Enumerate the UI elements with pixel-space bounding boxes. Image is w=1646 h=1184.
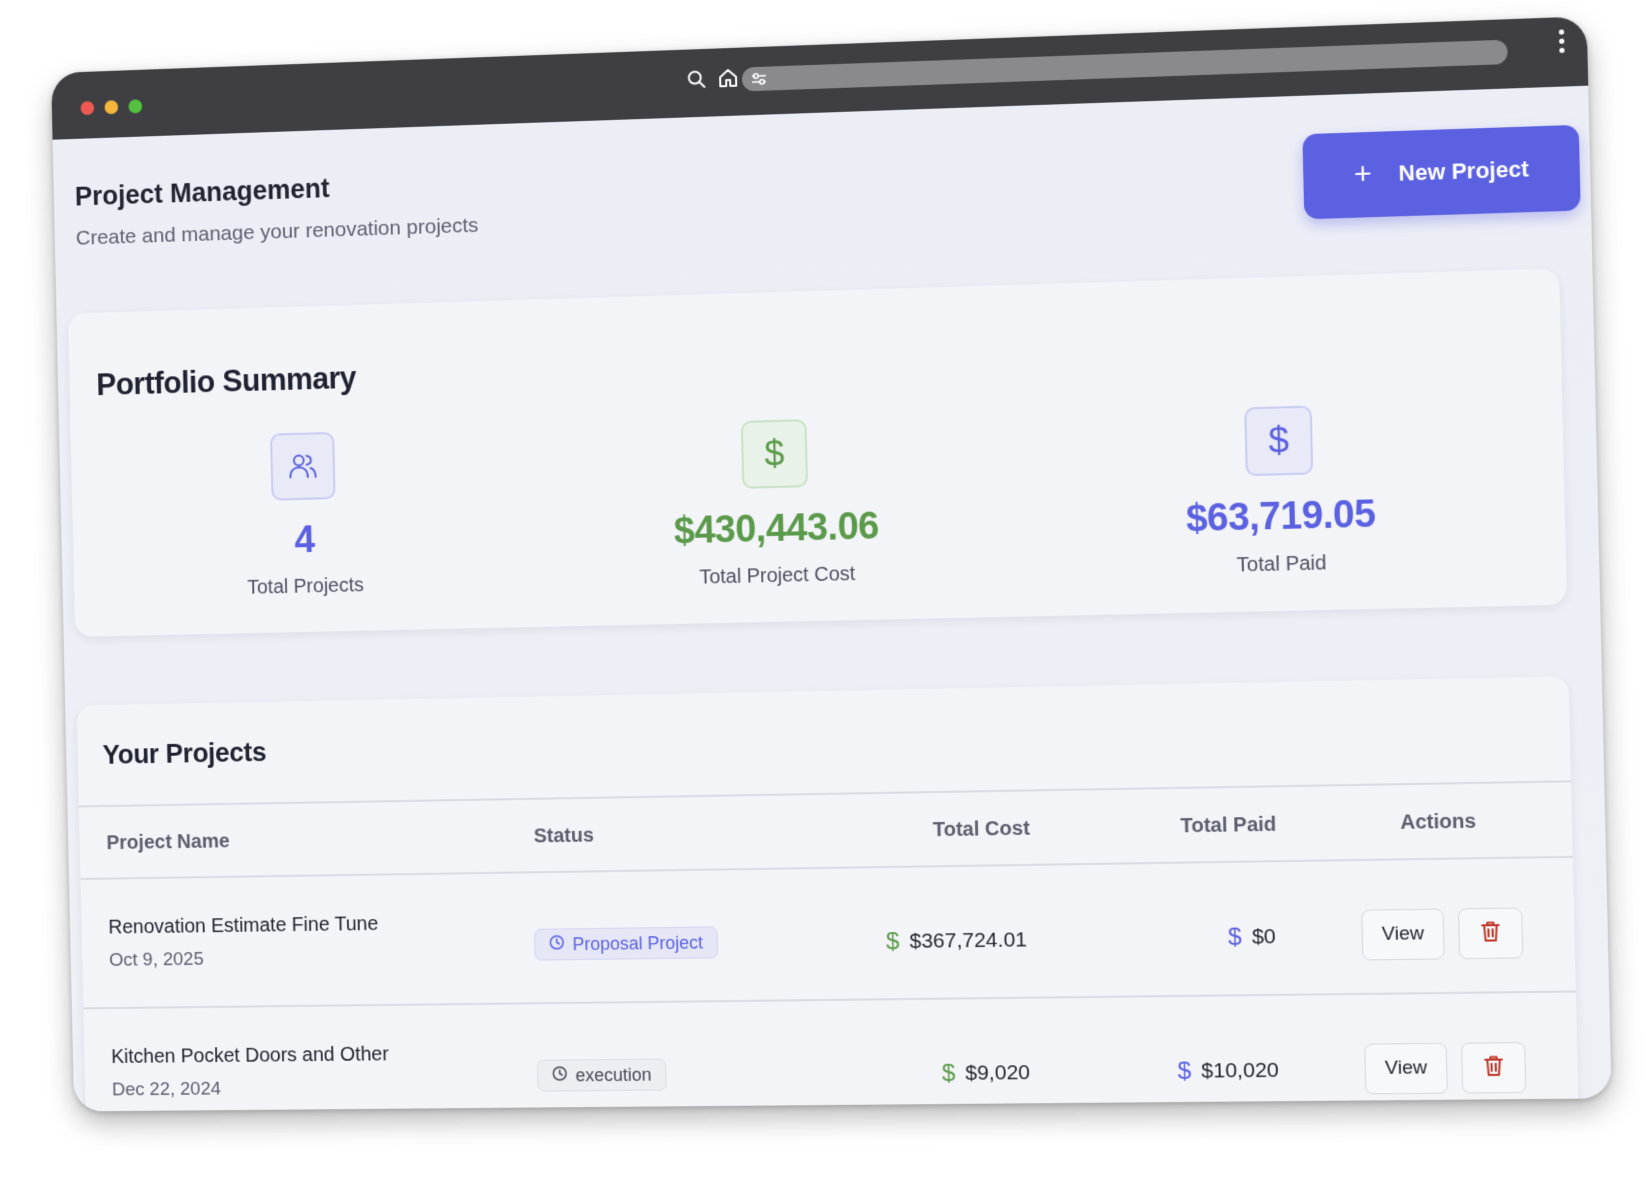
address-bar[interactable]	[741, 39, 1508, 94]
minimize-window-button[interactable]	[104, 100, 119, 115]
dollar-icon: $	[941, 1059, 956, 1087]
tune-icon[interactable]	[750, 70, 768, 94]
total-cost-cell: $ $9,020	[942, 1059, 1031, 1088]
window-controls	[80, 99, 143, 116]
trash-icon	[1482, 1053, 1505, 1083]
your-projects-title: Your Projects	[102, 737, 267, 770]
total-cost-value: $9,020	[965, 1061, 1031, 1085]
total-cost-value: $367,724.01	[909, 928, 1028, 953]
screenshot-stage: Project Management Create and manage you…	[0, 0, 1646, 1184]
dollar-icon: $	[1227, 923, 1242, 951]
total-paid-value: $10,020	[1201, 1058, 1280, 1083]
total-projects-caption: Total Projects	[247, 574, 365, 599]
maximize-window-button[interactable]	[128, 99, 143, 114]
total-paid-cell: $ $0	[1228, 923, 1276, 952]
column-header-total-paid: Total Paid	[1180, 813, 1277, 838]
close-window-button[interactable]	[80, 100, 95, 116]
search-icon[interactable]	[684, 67, 708, 92]
total-project-cost-caption: Total Project Cost	[699, 563, 856, 589]
total-paid-caption: Total Paid	[1236, 552, 1327, 577]
status-badge: execution	[536, 1058, 667, 1092]
column-header-project-name: Project Name	[106, 830, 230, 855]
total-cost-cell: $ $367,724.01	[886, 926, 1027, 956]
plus-icon: +	[1353, 157, 1373, 192]
column-header-actions: Actions	[1400, 810, 1477, 834]
table-row[interactable]: Renovation Estimate Fine Tune Oct 9, 202…	[80, 857, 1576, 1010]
more-vertical-icon[interactable]	[1558, 29, 1565, 54]
stat-total-paid: $ $63,719.05 Total Paid	[1054, 400, 1508, 581]
dollar-icon: $	[1244, 405, 1314, 477]
total-paid-value: $0	[1251, 925, 1277, 949]
home-icon[interactable]	[716, 66, 740, 91]
dollar-icon: $	[740, 419, 809, 489]
project-name[interactable]: Renovation Estimate Fine Tune	[108, 913, 378, 939]
view-button[interactable]: View	[1364, 1042, 1448, 1095]
stat-total-projects: 4 Total Projects	[90, 427, 521, 603]
delete-button[interactable]	[1461, 1042, 1527, 1094]
page-content: Project Management Create and manage you…	[52, 85, 1612, 1112]
page-title: Project Management	[74, 173, 331, 212]
projects-table: Project Name Status Total Cost Total Pai…	[78, 780, 1579, 1112]
total-projects-value: 4	[293, 519, 315, 562]
project-date: Dec 22, 2024	[111, 1078, 222, 1101]
column-header-total-cost: Total Cost	[932, 817, 1031, 842]
total-paid-cell: $ $10,020	[1177, 1057, 1279, 1086]
project-date: Oct 9, 2025	[108, 948, 204, 971]
clock-icon	[549, 934, 565, 955]
dollar-icon: $	[1177, 1057, 1192, 1085]
project-name[interactable]: Kitchen Pocket Doors and Other	[111, 1043, 389, 1068]
column-header-status: Status	[533, 824, 595, 848]
delete-button[interactable]	[1457, 907, 1524, 960]
status-label: execution	[575, 1064, 652, 1085]
dollar-icon: $	[885, 927, 900, 956]
stat-total-project-cost: $ $430,443.06 Total Project Cost	[556, 414, 998, 593]
new-project-button[interactable]: + New Project	[1302, 124, 1581, 220]
total-project-cost-value: $430,443.06	[673, 505, 880, 553]
browser-nav-icons	[684, 66, 740, 92]
status-badge: Proposal Project	[533, 926, 719, 961]
your-projects-card: Your Projects Project Name Status Total …	[76, 676, 1580, 1112]
status-label: Proposal Project	[572, 932, 704, 954]
clock-icon	[552, 1065, 568, 1086]
trash-icon	[1479, 918, 1502, 948]
view-button[interactable]: View	[1361, 908, 1445, 961]
new-project-label: New Project	[1398, 156, 1529, 186]
portfolio-summary-title: Portfolio Summary	[95, 360, 357, 403]
portfolio-summary-card: Portfolio Summary 4 Total Projects $ $43…	[67, 268, 1567, 637]
users-icon	[270, 431, 336, 501]
page-subtitle: Create and manage your renovation projec…	[75, 213, 479, 250]
total-paid-value: $63,719.05	[1185, 493, 1376, 541]
table-row[interactable]: Kitchen Pocket Doors and Other Dec 22, 2…	[83, 993, 1579, 1112]
browser-window: Project Management Create and manage you…	[51, 16, 1612, 1112]
